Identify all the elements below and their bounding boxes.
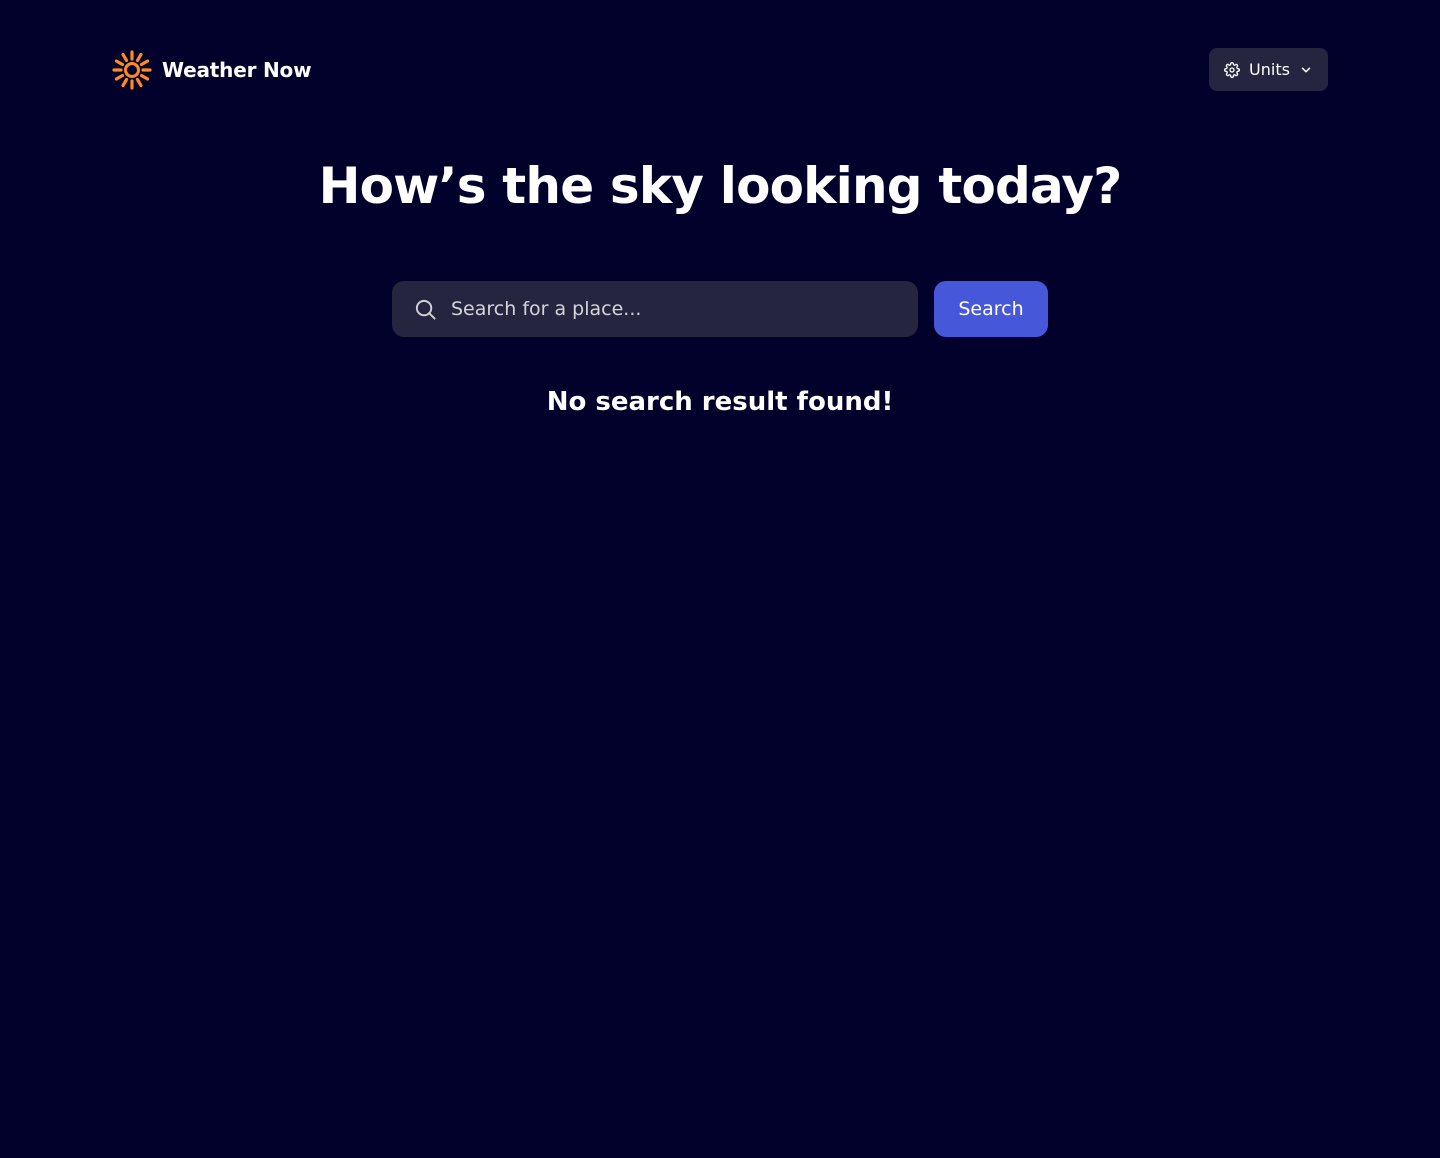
brand[interactable]: Weather Now [112, 49, 312, 90]
sun-icon [112, 49, 152, 90]
sun-ray [135, 77, 143, 87]
page-title: How’s the sky looking today? [318, 157, 1123, 215]
sun-ray [135, 52, 143, 62]
search-field[interactable] [392, 281, 918, 337]
sun-ray [114, 73, 125, 81]
sun-ray [139, 58, 150, 66]
no-results-message: No search result found! [546, 387, 894, 417]
gear-icon [1224, 61, 1240, 78]
search-form: Search [392, 281, 1048, 337]
search-input[interactable] [451, 281, 918, 337]
weather-app-page: Weather Now Units How’s the sky looking … [0, 0, 1440, 1158]
sun-ray [121, 52, 129, 62]
brand-name: Weather Now [162, 57, 312, 82]
units-label: Units [1249, 60, 1290, 79]
units-dropdown-button[interactable]: Units [1209, 48, 1328, 91]
sun-ray [121, 77, 129, 87]
top-bar: Weather Now Units [112, 48, 1328, 91]
search-button[interactable]: Search [934, 281, 1048, 337]
chevron-down-icon [1301, 66, 1311, 73]
sun-ray [139, 73, 150, 81]
sun-ray [114, 58, 125, 66]
search-icon [415, 299, 436, 320]
